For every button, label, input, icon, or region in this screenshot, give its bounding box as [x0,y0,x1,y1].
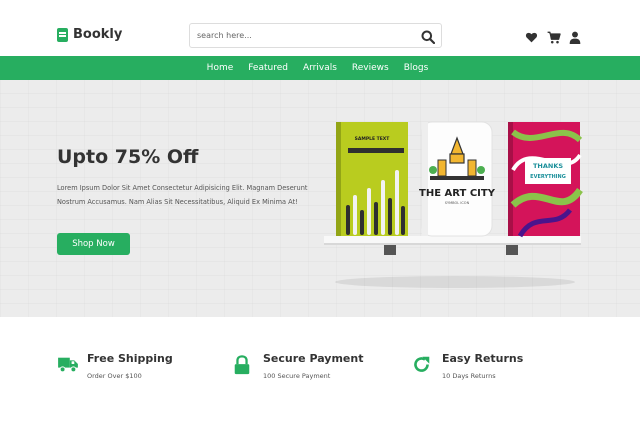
book3-line2: EVERYTHING [530,174,566,180]
shelf-bracket [384,245,396,255]
nav-blogs[interactable]: Blogs [404,63,429,73]
heart-icon[interactable] [525,29,538,43]
feature-title: Secure Payment [263,352,364,365]
feature-free-shipping: Free Shipping Order Over $100 [57,352,173,380]
book2-subtitle: SYMBOL ICON [445,201,470,205]
feature-title: Free Shipping [87,352,173,365]
shelf [324,236,581,244]
search-icon[interactable] [421,29,436,45]
feature-easy-returns: Easy Returns 10 Days Returns [412,352,523,380]
nav-home[interactable]: Home [207,63,234,73]
hero-banner: Upto 75% Off Lorem Ipsum Dolor Sit Amet … [0,80,640,317]
nav-reviews[interactable]: Reviews [352,63,389,73]
feature-subtitle: Order Over $100 [87,372,142,380]
navbar: Home Featured Arrivals Reviews Blogs [0,56,640,80]
book-the-art-city: THE ART CITY SYMBOL ICON [419,121,496,237]
truck-icon [57,355,79,377]
book2-title: THE ART CITY [419,188,496,199]
books-on-shelf-image: SAMPLE TEXT THE ART CITY SYMBOL ICON THA… [320,110,590,290]
nav-featured[interactable]: Featured [248,63,288,73]
logo[interactable]: Bookly [57,27,122,42]
header: Bookly [0,0,640,56]
header-icons [525,29,582,44]
user-icon[interactable] [569,29,582,44]
feature-secure-payment: Secure Payment 100 Secure Payment [233,352,363,380]
nav-arrivals[interactable]: Arrivals [303,63,337,73]
book-icon [57,27,68,42]
book-sample-text: SAMPLE TEXT [336,122,408,236]
hero-title: Upto 75% Off [57,146,199,168]
hero-description: Lorem Ipsum Dolor Sit Amet Consectetur A… [57,184,308,206]
cart-icon[interactable] [547,29,561,44]
feature-subtitle: 10 Days Returns [442,372,496,380]
redo-icon [412,355,434,377]
logo-text: Bookly [73,27,123,42]
features-section: Free Shipping Order Over $100 Secure Pay… [0,317,640,427]
shelf-bracket [506,245,518,255]
feature-subtitle: 100 Secure Payment [263,372,331,380]
feature-title: Easy Returns [442,352,524,365]
search-input[interactable] [190,24,410,47]
shop-now-button[interactable]: Shop Now [57,233,130,255]
lock-icon [233,355,255,377]
search-bar [189,23,442,48]
book1-text: SAMPLE TEXT [355,136,391,142]
book3-line1: THANKS [533,162,563,170]
book-thanks-everything: THANKS EVERYTHING [508,122,583,238]
